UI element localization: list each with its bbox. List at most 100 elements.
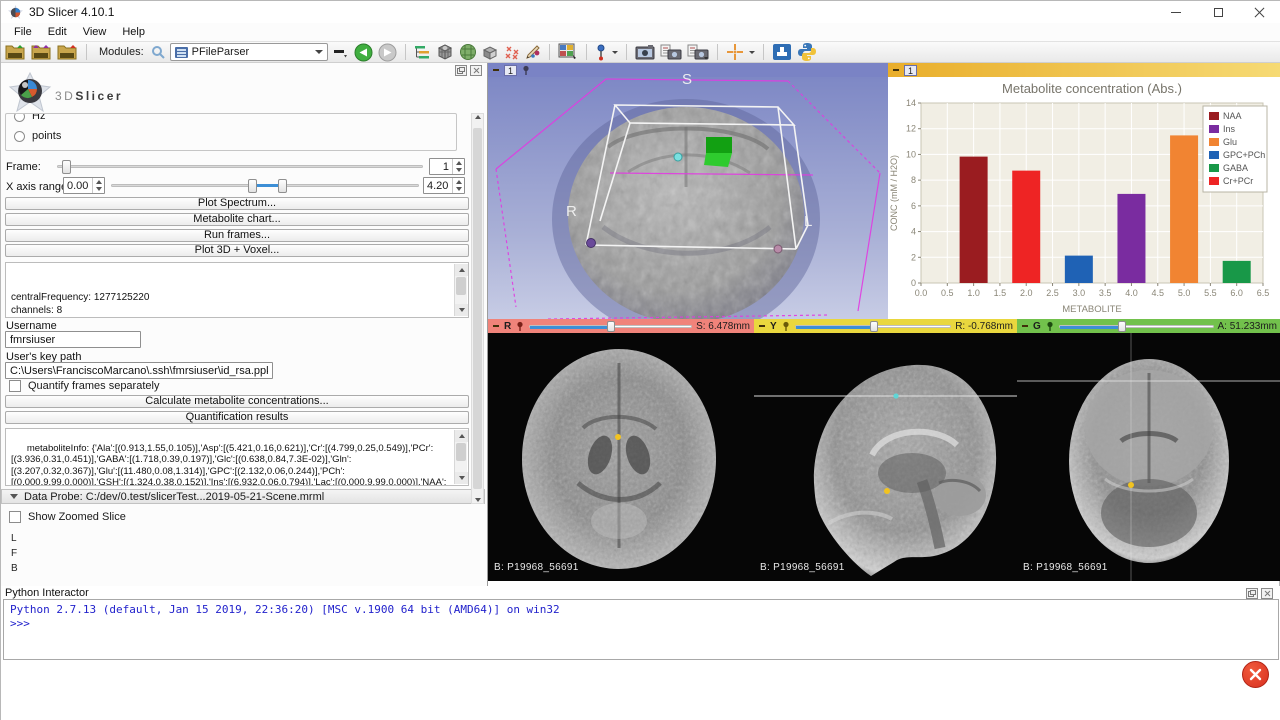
scroll-up-icon[interactable]: [459, 434, 465, 438]
module-panel-scrollbar[interactable]: [471, 113, 484, 504]
minimize-button[interactable]: [1155, 1, 1197, 23]
header-info-textarea[interactable]: centralFrequency: 1277125220 channels: 8…: [5, 262, 469, 318]
module-forward-button[interactable]: [378, 42, 397, 62]
spin-up-icon[interactable]: [456, 180, 462, 184]
pushpin-icon[interactable]: [515, 321, 525, 331]
close-button[interactable]: [1239, 1, 1280, 23]
coronal-slice-image[interactable]: [1017, 333, 1280, 581]
red-slice-slider-handle[interactable]: [607, 321, 615, 332]
maximize-button[interactable]: [1197, 1, 1239, 23]
scroll-up-icon[interactable]: [475, 115, 481, 119]
markups-module-button[interactable]: [503, 42, 520, 62]
quantification-results-button[interactable]: Quantification results: [5, 411, 469, 424]
menu-file[interactable]: File: [7, 24, 39, 40]
yellow-slice-slider-handle[interactable]: [870, 321, 878, 332]
collapse-controller-icon[interactable]: [492, 66, 500, 74]
yellow-slice-slider[interactable]: [795, 325, 952, 328]
scene-view-restore-button[interactable]: [687, 42, 709, 62]
axial-slice-image[interactable]: [488, 333, 754, 581]
scroll-thumb[interactable]: [473, 128, 482, 489]
spin-down-icon[interactable]: [456, 187, 462, 191]
python-console-button[interactable]: [797, 42, 817, 62]
metabolite-info-textarea[interactable]: metaboliteInfo: {'Ala':[(0.913,1.55,0.10…: [5, 428, 469, 486]
chart-view[interactable]: 1 0.00.51.01.52.02.53.03.54.04.55.05.56.…: [888, 63, 1280, 319]
xaxis-range-slider[interactable]: [111, 184, 419, 187]
frame-slider-handle[interactable]: [62, 160, 71, 174]
xaxis-range-handle-high[interactable]: [278, 179, 287, 193]
menu-edit[interactable]: Edit: [41, 24, 74, 40]
collapse-controller-icon[interactable]: [1021, 322, 1029, 330]
radio-points[interactable]: [14, 131, 25, 142]
green-slice-slider[interactable]: [1059, 325, 1214, 328]
scroll-down-icon[interactable]: [475, 498, 481, 502]
radio-hz[interactable]: [14, 113, 25, 122]
crosshair-caret[interactable]: [749, 51, 755, 54]
xaxis-max-spinbox[interactable]: 4.20: [423, 177, 465, 194]
pushpin-icon[interactable]: [1045, 321, 1055, 331]
mouse-place-button[interactable]: [595, 42, 607, 62]
load-dicom-button[interactable]: [31, 42, 52, 62]
transforms-module-button[interactable]: [482, 42, 498, 62]
crosshair-button[interactable]: [726, 42, 744, 62]
frame-slider[interactable]: [57, 165, 423, 168]
scene-view-capture-button[interactable]: [660, 42, 682, 62]
textarea-scrollbar[interactable]: [454, 264, 467, 316]
metabolite-chart-button[interactable]: Metabolite chart...: [5, 213, 469, 226]
collapse-controller-icon[interactable]: [492, 322, 500, 330]
threed-render[interactable]: [488, 77, 888, 319]
xaxis-range-handle-low[interactable]: [248, 179, 257, 193]
green-slice-slider-handle[interactable]: [1118, 321, 1126, 332]
load-data-button[interactable]: [5, 42, 26, 62]
username-input[interactable]: [5, 331, 141, 348]
collapse-controller-icon[interactable]: [758, 322, 766, 330]
sagittal-slice-image[interactable]: [754, 333, 1017, 581]
pushpin-icon[interactable]: [521, 65, 531, 75]
scroll-down-icon[interactable]: [459, 476, 465, 480]
module-search-icon[interactable]: [151, 42, 165, 62]
volumes-module-button[interactable]: [436, 42, 454, 62]
panel-float-icon[interactable]: [455, 65, 467, 76]
spin-up-icon[interactable]: [456, 161, 462, 165]
panel-float-icon[interactable]: [1246, 588, 1258, 599]
keypath-input[interactable]: [5, 362, 273, 379]
data-probe-header[interactable]: Data Probe: C:/dev/0.test/slicerTest...2…: [1, 489, 485, 504]
slice-view-red[interactable]: R S: 6.478mm B: P19968: [488, 319, 754, 581]
models-module-button[interactable]: [459, 42, 477, 62]
calculate-concentrations-button[interactable]: Calculate metabolite concentrations...: [5, 395, 469, 408]
spin-up-icon[interactable]: [96, 180, 102, 184]
layout-selector-button[interactable]: [558, 42, 578, 62]
module-history-button[interactable]: [333, 42, 349, 62]
slice-view-yellow[interactable]: Y R: -0.768mm: [754, 319, 1017, 581]
threed-view[interactable]: 1: [488, 63, 888, 319]
screenshot-button[interactable]: [635, 42, 655, 62]
run-frames-button[interactable]: Run frames...: [5, 229, 469, 242]
slice-view-green[interactable]: G A: 51.233mm B:: [1017, 319, 1280, 581]
scroll-thumb[interactable]: [456, 443, 466, 461]
red-slice-slider[interactable]: [529, 325, 692, 328]
data-module-button[interactable]: [414, 42, 431, 62]
python-console[interactable]: Python 2.7.13 (default, Jan 15 2019, 22:…: [3, 599, 1279, 660]
save-button[interactable]: [57, 42, 78, 62]
extensions-manager-button[interactable]: [772, 42, 792, 62]
scroll-thumb[interactable]: [456, 277, 466, 295]
spin-down-icon[interactable]: [456, 168, 462, 172]
collapse-controller-icon[interactable]: [892, 66, 900, 74]
menu-view[interactable]: View: [76, 24, 114, 40]
show-zoomed-slice-checkbox[interactable]: [9, 511, 21, 523]
quantify-frames-checkbox[interactable]: [9, 380, 21, 392]
panel-close-icon[interactable]: [1261, 588, 1273, 599]
frame-spinbox[interactable]: 1: [429, 158, 465, 175]
menu-help[interactable]: Help: [115, 24, 152, 40]
scroll-down-icon[interactable]: [459, 308, 465, 312]
plot-spectrum-button[interactable]: Plot Spectrum...: [5, 197, 469, 210]
spin-down-icon[interactable]: [96, 187, 102, 191]
panel-close-icon[interactable]: [470, 65, 482, 76]
plot-3d-voxel-button[interactable]: Plot 3D + Voxel...: [5, 244, 469, 257]
annotations-module-button[interactable]: [525, 42, 541, 62]
pushpin-icon[interactable]: [781, 321, 791, 331]
module-selector-combobox[interactable]: PFileParser: [170, 43, 328, 61]
textarea-scrollbar[interactable]: [454, 430, 467, 484]
close-python-button[interactable]: [1242, 661, 1269, 688]
module-back-button[interactable]: [354, 42, 373, 62]
scroll-up-icon[interactable]: [459, 268, 465, 272]
